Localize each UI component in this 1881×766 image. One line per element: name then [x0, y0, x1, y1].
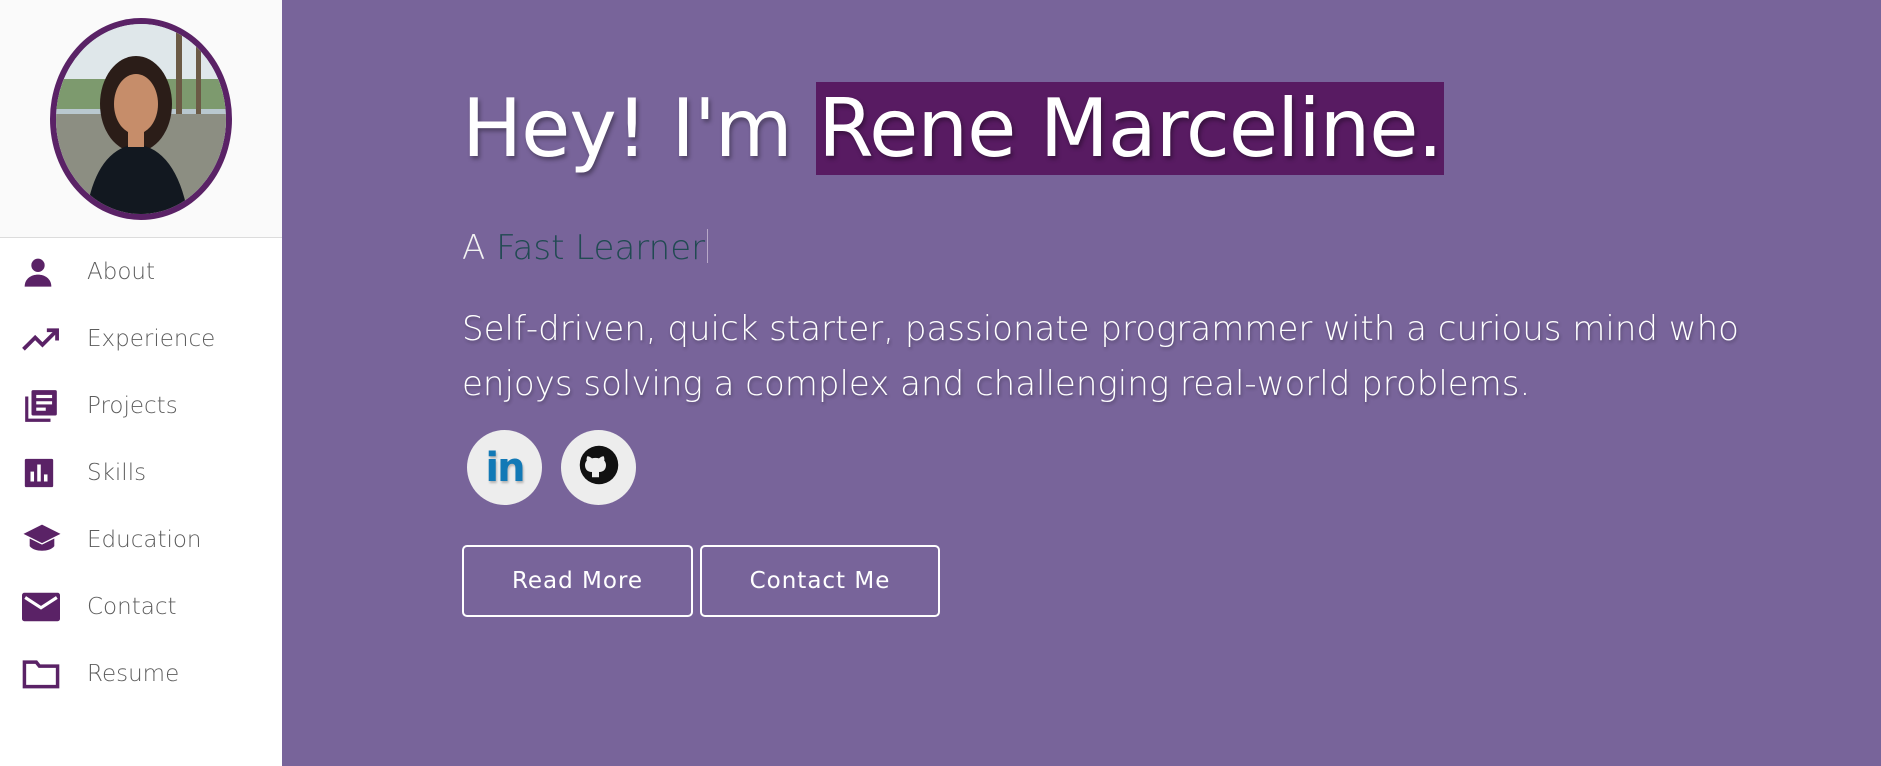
sidebar-item-skills[interactable]: Skills	[0, 439, 282, 506]
sidebar-item-label: Projects	[87, 392, 178, 419]
sidebar-item-education[interactable]: Education	[0, 506, 282, 573]
sidebar-item-label: Skills	[87, 459, 147, 486]
linkedin-icon: in	[485, 444, 525, 491]
bar-chart-icon	[22, 455, 62, 491]
tagline-typed-text: Fast Learner	[496, 228, 706, 268]
sidebar-item-label: Experience	[87, 325, 216, 352]
trending-up-icon	[22, 321, 62, 357]
hero-title: Hey! I'm Rene Marceline.	[462, 82, 1444, 175]
sidebar-item-contact[interactable]: Contact	[0, 573, 282, 640]
hero-greeting: Hey! I'm	[462, 82, 817, 175]
tagline-prefix: A	[462, 228, 497, 268]
graduation-cap-icon	[22, 522, 62, 558]
sidebar-nav: About Experience Projects Skills Educati…	[0, 238, 282, 707]
mail-icon	[22, 589, 62, 625]
sidebar-item-label: Contact	[87, 593, 177, 620]
github-icon	[578, 444, 620, 491]
library-books-icon	[22, 388, 62, 424]
linkedin-link[interactable]: in	[467, 430, 542, 505]
avatar-container	[0, 0, 282, 238]
sidebar: About Experience Projects Skills Educati…	[0, 0, 282, 766]
sidebar-item-label: Education	[87, 526, 202, 553]
bio-text: Self-driven, quick starter, passionate p…	[462, 309, 1739, 404]
github-link[interactable]	[561, 430, 636, 505]
sidebar-item-experience[interactable]: Experience	[0, 305, 282, 372]
hero-name: Rene Marceline.	[816, 82, 1444, 175]
profile-photo	[56, 23, 226, 214]
sidebar-item-label: Resume	[87, 660, 180, 687]
typing-cursor	[707, 229, 709, 263]
cta-buttons: Read More Contact Me	[462, 545, 940, 617]
sidebar-item-label: About	[87, 258, 156, 285]
contact-me-button[interactable]: Contact Me	[700, 545, 940, 617]
person-icon	[22, 254, 62, 290]
sidebar-item-resume[interactable]: Resume	[0, 640, 282, 707]
read-more-button[interactable]: Read More	[462, 545, 693, 617]
sidebar-item-about[interactable]: About	[0, 238, 282, 305]
sidebar-item-projects[interactable]: Projects	[0, 372, 282, 439]
hero-section: Hey! I'm Rene Marceline. A Fast Learner …	[282, 0, 1881, 766]
avatar[interactable]	[50, 17, 232, 220]
folder-icon	[22, 656, 62, 692]
tagline: A Fast Learner	[462, 228, 709, 268]
social-links: in	[467, 430, 636, 505]
